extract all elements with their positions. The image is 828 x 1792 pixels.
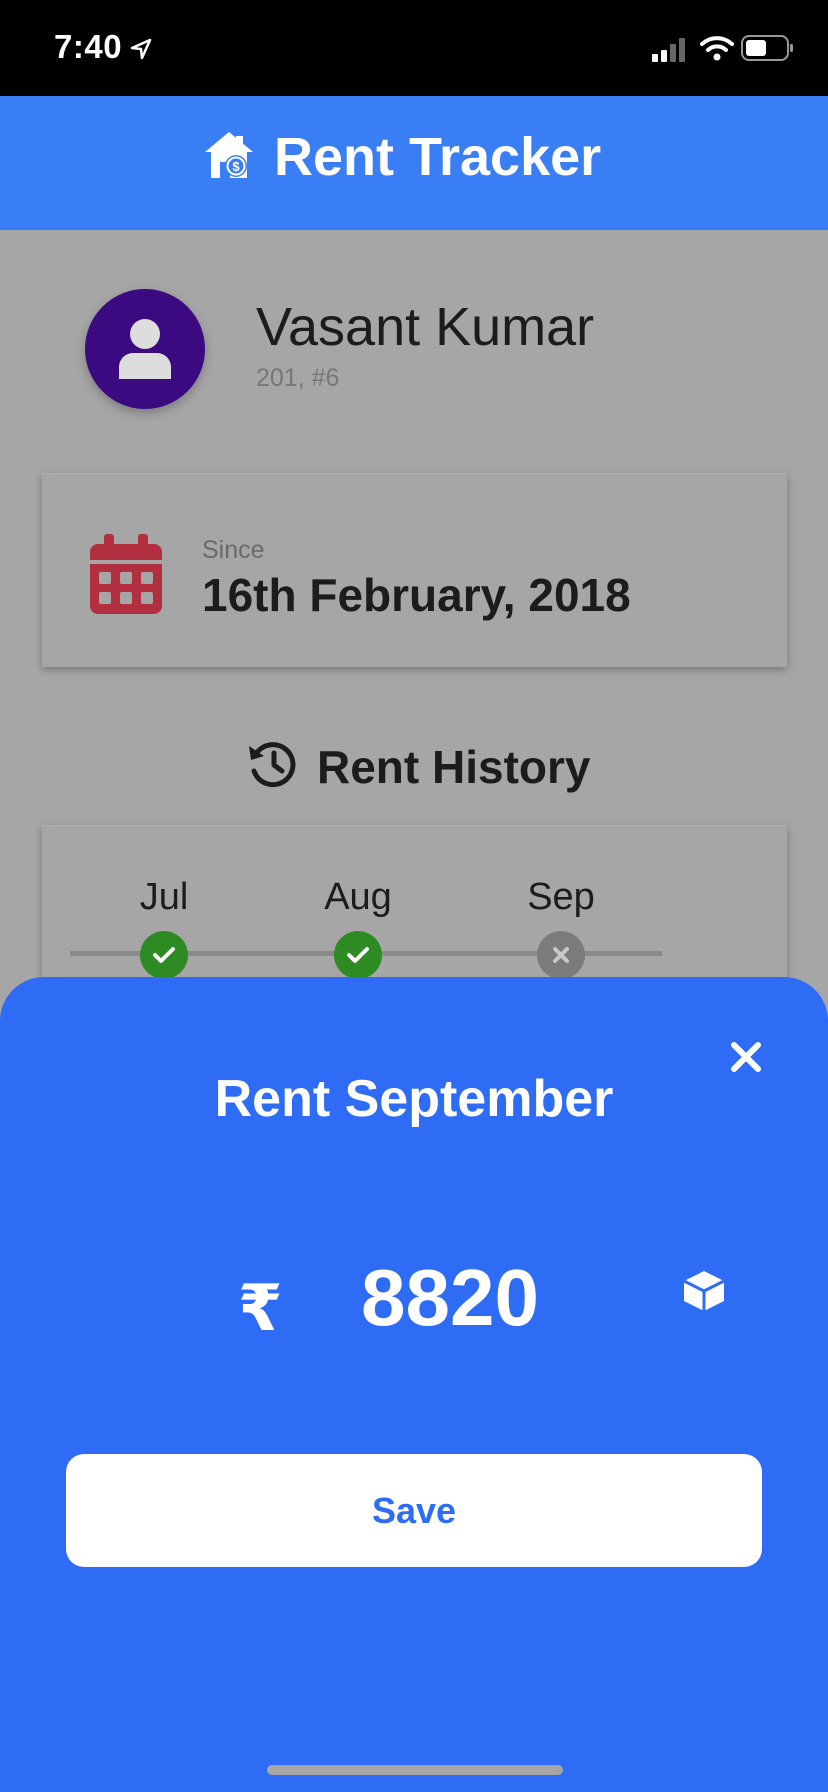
rent-entry-sheet: Rent September ₹ Save [0,977,828,1792]
status-time: 7:40 [54,28,123,65]
tenant-name: Vasant Kumar [256,297,595,357]
signal-icon [652,38,685,62]
rent-history-title: Rent History [317,741,591,793]
svg-text:$: $ [232,159,240,174]
history-icon [249,742,296,788]
rupee-icon: ₹ [238,1272,283,1344]
since-label: Since [202,536,265,564]
month-label-sep: Sep [527,876,595,918]
house-dollar-icon: $ [205,132,253,178]
since-card: Since 16th February, 2018 [42,473,787,667]
payment-status-aug[interactable] [334,931,382,979]
tenant-unit: 201, #6 [256,364,340,392]
calendar-icon [90,534,162,614]
app-header: $ Rent Tracker [0,96,828,230]
x-icon [553,947,569,963]
box-icon[interactable] [680,1267,728,1315]
save-button[interactable]: Save [66,1454,762,1567]
since-date: 16th February, 2018 [202,569,631,621]
app-title: Rent Tracker [274,127,602,187]
month-label-jul: Jul [139,876,189,918]
battery-icon [741,35,793,61]
wifi-icon [700,36,734,61]
payment-status-sep[interactable] [537,931,585,979]
sheet-title: Rent September [214,1070,614,1128]
payment-status-jul[interactable] [140,931,188,979]
user-icon [119,319,171,379]
check-icon [153,947,175,963]
check-icon [347,947,369,963]
status-bar: 7:40 [0,0,828,96]
amount-input[interactable] [320,1253,580,1343]
month-label-aug: Aug [324,876,392,918]
location-arrow-icon [130,38,152,60]
avatar [85,289,205,409]
home-indicator [267,1765,563,1775]
